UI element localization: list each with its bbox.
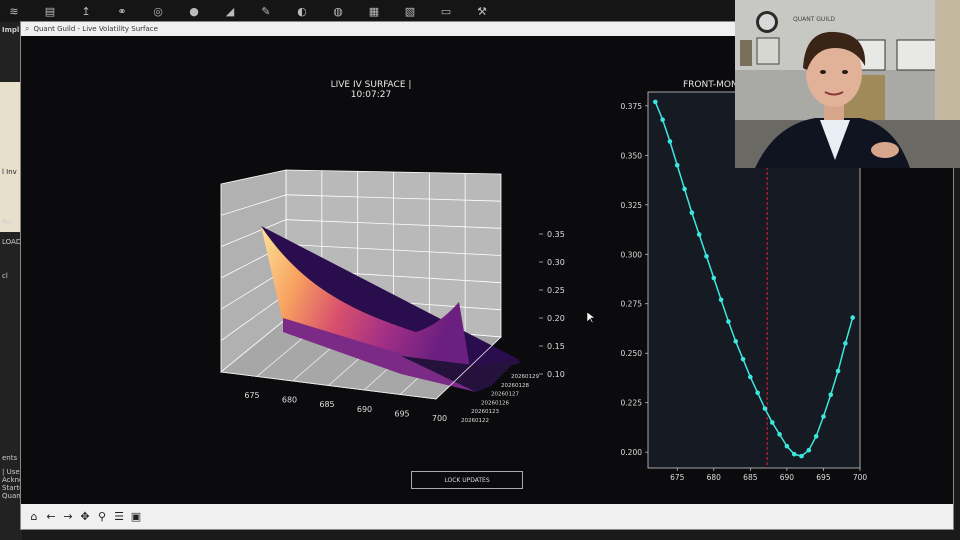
background-text: cl xyxy=(2,272,8,280)
configure-icon[interactable]: ☰ xyxy=(112,510,126,524)
tools-icon[interactable]: ⚒ xyxy=(474,3,490,19)
plot-toolbar: ⌂ ← → ✥ ⚲ ☰ ▣ xyxy=(21,504,953,529)
smile-data-point xyxy=(821,414,826,419)
smile-data-point xyxy=(718,297,724,303)
highlighter-icon[interactable]: ✎ xyxy=(258,3,274,19)
app-icon: ⌕ xyxy=(25,24,30,33)
smile-data-point xyxy=(813,434,819,439)
x-tick-label: 680 xyxy=(707,473,722,482)
gauge-icon[interactable]: ◐ xyxy=(294,3,310,19)
file-icon[interactable]: ▤ xyxy=(42,3,58,19)
document-preview xyxy=(0,82,22,232)
smile-data-point xyxy=(726,319,731,324)
y-tick-label: 0.250 xyxy=(621,349,643,358)
smile-data-point xyxy=(696,232,702,237)
smile-data-point xyxy=(653,99,658,105)
smile-data-point xyxy=(704,253,709,259)
smile-data-point xyxy=(850,315,855,320)
image-icon[interactable]: ▦ xyxy=(366,3,382,19)
webcam-caption: QUANT GUILD xyxy=(793,16,836,23)
background-text: ents xyxy=(2,454,18,462)
window-title: Quant Guild - Live Volatility Surface xyxy=(33,25,158,33)
pan-icon[interactable]: ✥ xyxy=(78,510,92,524)
y-tick-label: 0.275 xyxy=(621,300,643,309)
zoom-icon[interactable]: ⚲ xyxy=(95,510,109,524)
link-icon[interactable]: ⚭ xyxy=(114,3,130,19)
smile-data-point xyxy=(769,420,775,425)
smile-data-point xyxy=(748,374,753,380)
forward-icon[interactable]: → xyxy=(61,510,75,524)
record-icon[interactable]: ● xyxy=(186,3,202,19)
back-icon[interactable]: ← xyxy=(44,510,58,524)
smile-data-point xyxy=(777,432,782,437)
globe-icon[interactable]: ◍ xyxy=(330,3,346,19)
y-tick-label: 0.225 xyxy=(621,399,643,408)
y-tick-label: 0.200 xyxy=(621,448,643,457)
lock-updates-button[interactable]: LOCK UPDATES xyxy=(411,471,523,489)
webcam-video xyxy=(735,0,960,168)
compass-icon[interactable]: ◎ xyxy=(150,3,166,19)
app-icon[interactable]: ≋ xyxy=(6,3,22,19)
background-text: l Inv xyxy=(2,168,17,176)
smile-data-point xyxy=(835,368,841,374)
smile-data-point xyxy=(791,451,797,457)
smile-data-point xyxy=(733,339,739,344)
smile-data-point xyxy=(755,390,760,396)
mouse-cursor-icon xyxy=(587,312,595,324)
smile-data-point xyxy=(762,406,768,411)
background-text: Ackno xyxy=(2,476,22,484)
background-text: | User xyxy=(2,468,22,476)
y-tick-label: 0.375 xyxy=(621,102,643,111)
webcam-overlay: QUANT GUILD xyxy=(735,0,960,168)
y-tick-label: 0.300 xyxy=(621,250,643,259)
smile-data-point xyxy=(843,341,848,346)
smile-data-point xyxy=(674,162,680,168)
whiteboard-icon[interactable]: ▭ xyxy=(438,3,454,19)
y-tick-label: 0.350 xyxy=(621,151,643,160)
smile-data-point xyxy=(711,275,717,281)
smile-data-point xyxy=(682,186,687,192)
background-text: Starte xyxy=(2,484,22,492)
x-tick-label: 700 xyxy=(853,473,868,482)
background-text: LOAD xyxy=(2,238,22,246)
smile-data-point xyxy=(799,453,804,459)
smile-data-point xyxy=(667,139,673,144)
x-tick-label: 675 xyxy=(670,473,685,482)
smile-data-point xyxy=(689,210,695,216)
background-text: Ru xyxy=(2,218,11,226)
x-tick-label: 695 xyxy=(816,473,831,482)
smile-data-point xyxy=(660,117,665,123)
home-icon[interactable]: ⌂ xyxy=(27,510,41,524)
app-logo: Impl xyxy=(2,26,20,34)
smile-data-point xyxy=(828,392,834,398)
x-tick-label: 685 xyxy=(743,473,758,482)
smile-data-point xyxy=(806,447,812,453)
x-tick-label: 690 xyxy=(780,473,795,482)
feed-icon[interactable]: ▧ xyxy=(402,3,418,19)
save-icon[interactable]: ▣ xyxy=(129,510,143,524)
smile-data-point xyxy=(784,443,790,449)
pin-icon[interactable]: ↥ xyxy=(78,3,94,19)
background-app-pane: Impl atchi atter l Inv Ru LOAD cl | User Ackno S… xyxy=(0,22,22,540)
megaphone-icon[interactable]: ◢ xyxy=(222,3,238,19)
background-text: atter xyxy=(2,74,19,82)
background-text: Quant xyxy=(2,492,22,500)
y-tick-label: 0.325 xyxy=(621,201,643,210)
background-text: atchi xyxy=(2,54,20,62)
smile-data-point xyxy=(740,356,746,362)
